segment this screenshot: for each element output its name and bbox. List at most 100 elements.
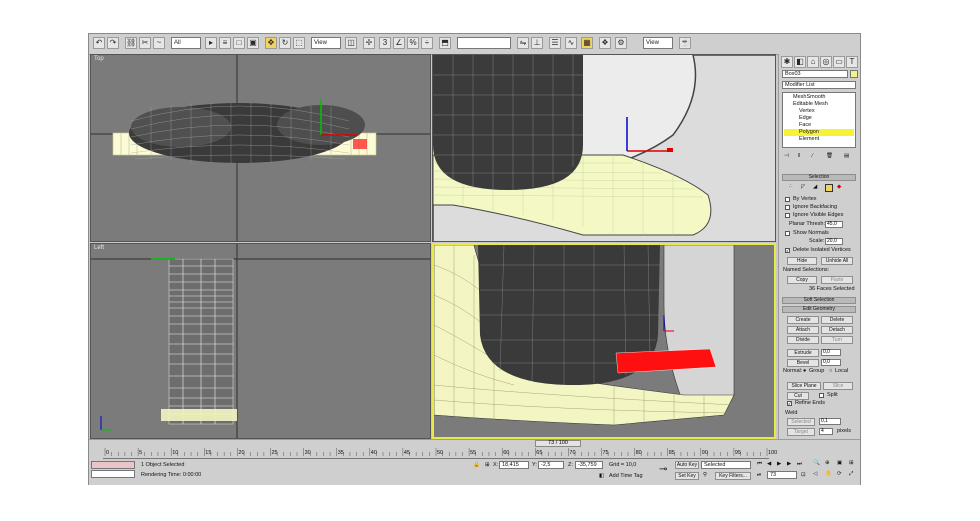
selection-filter-select[interactable]: All [171, 37, 201, 49]
create-tab-icon[interactable]: ✱ [781, 56, 793, 68]
zoom-icon[interactable]: 🔍 [813, 460, 820, 466]
key-icon[interactable]: ⚲ [703, 472, 707, 478]
x-coord-field[interactable]: 18,415 [499, 461, 529, 469]
schematic-view-icon[interactable]: ▦ [581, 37, 593, 49]
select-manipulate-icon[interactable]: ✢ [363, 37, 375, 49]
cut-button[interactable]: Cut [787, 392, 809, 400]
create-button[interactable]: Create [787, 316, 819, 324]
field-of-view-icon[interactable]: ◁ [813, 471, 817, 477]
planar-thresh-spinner[interactable]: 45,0 [825, 221, 843, 228]
ignore-visible-edges-checkbox[interactable] [785, 213, 790, 218]
edit-geometry-rollout-header[interactable]: Edit Geometry [782, 306, 856, 313]
display-tab-icon[interactable]: ▭ [833, 56, 845, 68]
extrude-button[interactable]: Extrude [787, 349, 819, 357]
auto-key-button[interactable]: Auto Key [675, 461, 699, 469]
bind-space-warp-icon[interactable]: ~ [153, 37, 165, 49]
rotate-icon[interactable]: ↻ [279, 37, 291, 49]
viewport-top[interactable]: Top [90, 54, 431, 242]
set-key-button[interactable]: Set Key [675, 472, 699, 480]
pivot-center-icon[interactable]: ◫ [345, 37, 357, 49]
slice-plane-button[interactable]: Slice Plane [787, 382, 821, 390]
material-editor-icon[interactable]: ❖ [599, 37, 611, 49]
redo-icon[interactable]: ↷ [107, 37, 119, 49]
time-configuration-icon[interactable]: ⊡ [801, 472, 806, 478]
maxscript-input[interactable] [91, 470, 135, 478]
divide-button[interactable]: Divide [787, 336, 819, 344]
lock-selection-icon[interactable]: 🔒 [473, 462, 480, 468]
arc-rotate-icon[interactable]: ⟳ [837, 471, 842, 477]
bevel-spinner[interactable]: 0,0 [821, 359, 841, 366]
pin-stack-icon[interactable]: ⊣ [784, 153, 789, 159]
stack-item-element[interactable]: Element [799, 136, 819, 142]
copy-button[interactable]: Copy [787, 276, 817, 284]
stack-item-editable-mesh[interactable]: Editable Mesh [793, 101, 828, 107]
hide-button[interactable]: Hide [787, 257, 817, 265]
z-coord-field[interactable]: -35,759 [575, 461, 603, 469]
maxscript-listener[interactable] [91, 461, 135, 469]
scale-spinner[interactable]: 20,0 [825, 238, 843, 245]
face-level-icon[interactable]: ◢ [813, 184, 817, 190]
layer-manager-icon[interactable]: ☰ [549, 37, 561, 49]
stack-item-face[interactable]: Face [799, 122, 811, 128]
set-key-mode-icon[interactable]: ⊸ [659, 464, 667, 475]
ignore-backfacing-checkbox[interactable] [785, 205, 790, 210]
reference-coord-select[interactable]: View [311, 37, 341, 49]
paste-button[interactable]: Paste [821, 276, 853, 284]
mirror-icon[interactable]: ⇋ [517, 37, 529, 49]
viewport-front[interactable] [432, 54, 776, 242]
snap-3d-icon[interactable]: 3 [379, 37, 391, 49]
stack-item-meshsmooth[interactable]: MeshSmooth [793, 94, 825, 100]
key-mode-toggle-icon[interactable]: ⏯ [757, 472, 761, 479]
current-frame-field[interactable]: 73 [767, 471, 797, 479]
select-object-icon[interactable]: ▸ [205, 37, 217, 49]
detach-button[interactable]: Detach [821, 326, 853, 334]
show-end-result-icon[interactable]: ‖ [798, 153, 800, 159]
pan-icon[interactable]: ✋ [825, 471, 832, 477]
modifier-list-select[interactable]: Modifier List [782, 81, 856, 89]
motion-tab-icon[interactable]: ◎ [820, 56, 832, 68]
key-filters-button[interactable]: Key Filters... [715, 472, 751, 480]
curve-editor-icon[interactable]: ∿ [565, 37, 577, 49]
zoom-extents-all-icon[interactable]: ⊞ [849, 460, 854, 466]
absolute-mode-icon[interactable]: ⊞ [485, 462, 490, 468]
rect-region-icon[interactable]: □ [233, 37, 245, 49]
go-to-start-icon[interactable]: ⏮ [757, 461, 762, 468]
viewport-perspective[interactable] [432, 243, 776, 439]
weld-target-spinner[interactable]: 4 [819, 428, 833, 435]
prev-frame-icon[interactable]: ◀ [767, 461, 771, 467]
scale-icon[interactable]: ⬚ [293, 37, 305, 49]
angle-snap-icon[interactable]: ∠ [393, 37, 405, 49]
play-icon[interactable]: ▶ [777, 461, 781, 467]
slice-button[interactable]: Slice [823, 382, 853, 390]
select-link-icon[interactable]: ⛓ [125, 37, 137, 49]
polygon-level-icon[interactable] [825, 184, 833, 192]
zoom-all-icon[interactable]: ⊕ [825, 460, 830, 466]
soft-selection-rollout-header[interactable]: Soft Selection [782, 297, 856, 304]
weld-selected-button[interactable]: Selected [787, 418, 815, 426]
refine-ends-checkbox[interactable]: ✓ [787, 401, 792, 406]
viewport-left[interactable]: Left [90, 243, 431, 439]
weld-target-button[interactable]: Target [787, 428, 815, 436]
align-icon[interactable]: ⊥ [531, 37, 543, 49]
modify-tab-icon[interactable]: ◧ [794, 56, 806, 68]
y-coord-field[interactable]: -2,5 [538, 461, 564, 469]
undo-icon[interactable]: ↶ [93, 37, 105, 49]
stack-item-edge[interactable]: Edge [799, 115, 812, 121]
vertex-level-icon[interactable]: ∴ [789, 184, 793, 190]
named-selection-set-field[interactable] [457, 37, 511, 49]
edge-level-icon[interactable]: ◸ [801, 184, 805, 190]
selection-rollout-header[interactable]: Selection [782, 174, 856, 181]
key-mode-select[interactable]: Selected [701, 461, 751, 469]
window-crossing-icon[interactable]: ▣ [247, 37, 259, 49]
remove-modifier-icon[interactable]: 🗑 [826, 153, 833, 159]
bevel-button[interactable]: Bevel [787, 359, 819, 367]
hierarchy-tab-icon[interactable]: ⌂ [807, 56, 819, 68]
spinner-snap-icon[interactable]: ÷ [421, 37, 433, 49]
configure-modifiers-icon[interactable]: ▤ [844, 153, 849, 159]
zoom-extents-icon[interactable]: ▣ [837, 460, 842, 466]
local-radio-icon[interactable]: ○ [829, 368, 832, 374]
maximize-viewport-icon[interactable]: ⤢ [849, 471, 853, 478]
edit-named-selections-icon[interactable]: ⬒ [439, 37, 451, 49]
percent-snap-icon[interactable]: % [407, 37, 419, 49]
element-level-icon[interactable]: ◆ [837, 184, 841, 190]
